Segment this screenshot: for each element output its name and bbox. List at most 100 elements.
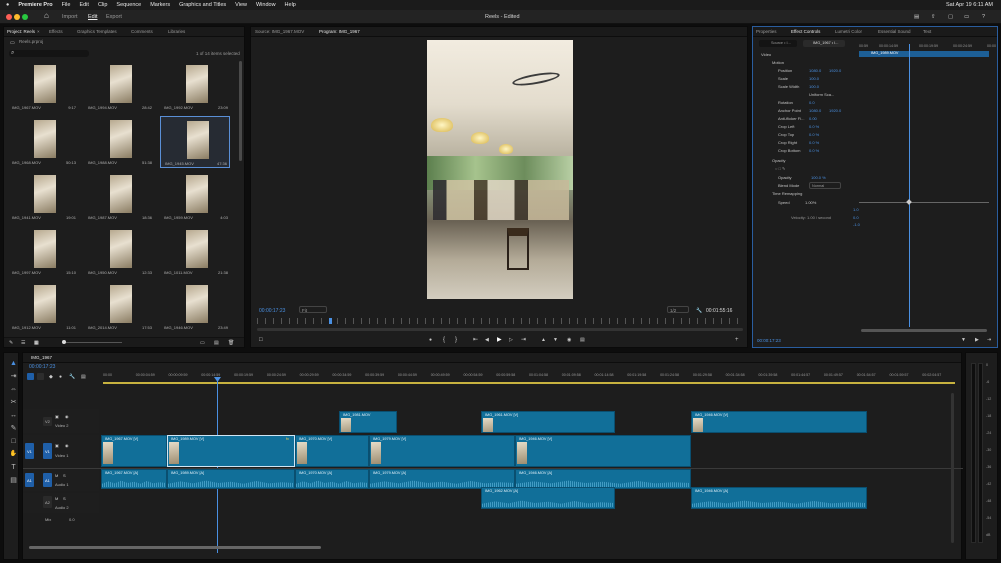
quick-export-icon[interactable]: ⇧ xyxy=(931,14,936,20)
clip-dropdown[interactable]: IMG_1967 • I... xyxy=(803,40,845,47)
timeline-timecode[interactable]: 00:00:17:23 xyxy=(29,364,55,370)
timeline-settings-icon[interactable]: 🔧 xyxy=(69,374,75,380)
list-view-icon[interactable]: ☰ xyxy=(21,340,25,346)
ec-export-icon[interactable]: ⇥ xyxy=(987,337,991,343)
ec-mini-ruler[interactable]: 00:59 00:00:14:59 00:00:19:59 00:00:24:5… xyxy=(859,44,997,50)
clip-a1-img1967[interactable]: IMG_1967.MOV [A] xyxy=(101,469,167,489)
ec-play-icon[interactable]: ▶ xyxy=(975,337,979,343)
lift-button[interactable]: ▲ xyxy=(541,337,546,343)
new-item-icon[interactable]: ▤ xyxy=(214,340,219,346)
menu-edit[interactable]: Edit xyxy=(79,2,88,8)
timeline-hscroll[interactable] xyxy=(29,546,321,549)
help-icon[interactable]: ? xyxy=(982,14,985,20)
tab-comments[interactable]: Comments xyxy=(131,29,153,34)
tab-source[interactable]: Source: IMG_1967.MOV xyxy=(255,29,304,34)
track-target-a1[interactable]: A1 xyxy=(43,473,52,487)
tab-sequence[interactable]: IMG_1967 xyxy=(31,355,52,360)
clip-a1-img1946[interactable]: IMG_1946.MOV [A] xyxy=(515,469,691,489)
clip-v1-img1970[interactable]: IMG_1970.MOV [V] xyxy=(295,435,369,467)
tab-properties[interactable]: Properties xyxy=(756,29,777,34)
button-editor-icon[interactable]: + xyxy=(735,337,739,343)
app-menu[interactable]: Premiere Pro xyxy=(18,2,52,8)
bin-item[interactable]: IMG_1912.MOV 11:01 xyxy=(8,281,78,333)
clip-v2-img1961[interactable]: IMG_1961.MOV [V] xyxy=(481,411,615,433)
tab-edit[interactable]: Edit xyxy=(88,14,97,20)
speed-value[interactable]: 1.00% xyxy=(805,200,816,205)
tab-project-close[interactable]: × xyxy=(37,29,40,34)
nest-toggle[interactable] xyxy=(27,373,34,380)
fx-motion-label[interactable]: Motion xyxy=(772,60,784,65)
pen-tool[interactable]: ✎ xyxy=(9,424,18,433)
rectangle-tool[interactable]: □ xyxy=(9,437,18,446)
work-area-bar[interactable] xyxy=(103,382,955,384)
menu-sequence[interactable]: Sequence xyxy=(116,2,141,8)
effect-property-value[interactable]: 0.0 % xyxy=(809,124,819,129)
extract-button[interactable]: ▼ xyxy=(553,337,558,343)
tab-import[interactable]: Import xyxy=(62,14,78,20)
step-forward-button[interactable]: ▷ xyxy=(509,337,513,343)
source-patch-a1[interactable]: A1 xyxy=(25,473,34,487)
time-remapping-label[interactable]: Time Remapping xyxy=(772,191,802,196)
menu-file[interactable]: File xyxy=(62,2,71,8)
minimize-window-button[interactable] xyxy=(14,14,20,20)
clip-a2-img1946[interactable]: IMG_1946.MOV [A] xyxy=(691,487,867,509)
mute-button[interactable]: M xyxy=(55,473,58,479)
effect-property-value[interactable]: 1080.0 xyxy=(809,108,821,113)
ec-timecode[interactable]: 00:00:17:23 xyxy=(757,338,781,343)
razor-tool[interactable]: ✂ xyxy=(9,398,18,407)
caption-tool[interactable]: ▤ xyxy=(9,476,18,485)
solo-button[interactable]: S xyxy=(63,473,66,479)
effect-property-value[interactable]: 0.00 xyxy=(809,116,817,121)
mark-out-button[interactable]: } xyxy=(455,337,457,343)
trash-icon[interactable]: 🗑 xyxy=(228,340,234,346)
tab-export[interactable]: Export xyxy=(106,14,122,20)
menu-window[interactable]: Window xyxy=(256,2,276,8)
program-zoom-bar[interactable] xyxy=(257,328,743,331)
tab-program[interactable]: Program: IMG_1967 xyxy=(319,29,360,34)
effect-property-value[interactable]: 0.0 % xyxy=(809,148,819,153)
bin-item[interactable]: IMG_1967.MOV 9:17 xyxy=(8,61,78,113)
tab-text[interactable]: Text xyxy=(923,29,931,34)
speed-keyframe[interactable] xyxy=(906,199,912,205)
ec-clip-bar[interactable]: IMG_1989.MOV xyxy=(859,51,989,57)
selection-tool[interactable]: ▲ xyxy=(9,359,18,368)
tab-lumetri-color[interactable]: Lumetri Color xyxy=(835,29,862,34)
menu-view[interactable]: View xyxy=(235,2,247,8)
menu-graphics[interactable]: Graphics and Titles xyxy=(179,2,226,8)
blend-mode-select[interactable]: Normal xyxy=(809,182,841,189)
effect-property-value[interactable]: Uniform Sca... xyxy=(809,92,834,97)
source-patch-v1[interactable]: V1 xyxy=(25,443,34,459)
clip-v1-img1989[interactable]: IMG_1989.MOV [V] fx xyxy=(167,435,295,467)
type-tool[interactable]: T xyxy=(9,463,18,472)
sync-lock-icon[interactable]: ▣ xyxy=(55,443,59,449)
effect-property-value[interactable]: 0.0 xyxy=(809,100,815,105)
track-target-v1[interactable]: V1 xyxy=(43,443,52,459)
tab-project[interactable]: Project: Reels xyxy=(7,29,35,34)
mute-button[interactable]: M xyxy=(55,496,58,502)
playhead-marker[interactable] xyxy=(329,318,332,324)
clip-v2-img1946[interactable]: IMG_1946.MOV [V] xyxy=(691,411,867,433)
effect-property-value-2[interactable]: 1920.0 xyxy=(829,108,841,113)
eye-icon[interactable]: ◉ xyxy=(65,414,69,420)
zoom-slider[interactable] xyxy=(62,340,122,344)
source-dropdown[interactable]: Source • I... xyxy=(759,40,797,47)
project-scrollbar[interactable] xyxy=(239,61,242,161)
menu-help[interactable]: Help xyxy=(285,2,296,8)
bin-item[interactable]: IMG_1992.MOV 23:09 xyxy=(160,61,230,113)
tab-graphics-templates[interactable]: Graphics Templates xyxy=(77,29,117,34)
timeline-vscroll[interactable] xyxy=(951,393,954,543)
add-marker-icon[interactable]: ● xyxy=(59,374,62,380)
effect-property-value[interactable]: 100.0 xyxy=(809,76,819,81)
clip-a1-img1979[interactable]: IMG_1979.MOV [A] xyxy=(369,469,515,489)
bin-item[interactable]: IMG_1994.MOV 28:42 xyxy=(84,61,154,113)
bin-item[interactable]: IMG_1997.MOV 15:10 xyxy=(8,226,78,278)
mark-in-button[interactable]: { xyxy=(443,337,445,343)
clip-a1-img1970[interactable]: IMG_1970.MOV [A] xyxy=(295,469,369,489)
effect-property-value[interactable]: 100.0 xyxy=(809,84,819,89)
mix-value[interactable]: 0.0 xyxy=(69,517,75,522)
effect-property-value[interactable]: 0.0 % xyxy=(809,140,819,145)
clip-v1-img1967[interactable]: IMG_1967.MOV [V] xyxy=(101,435,167,467)
track-select-tool[interactable]: ⇥ xyxy=(9,372,18,381)
play-button[interactable]: ▶ xyxy=(497,337,502,343)
source-patch-a2[interactable]: A2 xyxy=(43,496,52,508)
